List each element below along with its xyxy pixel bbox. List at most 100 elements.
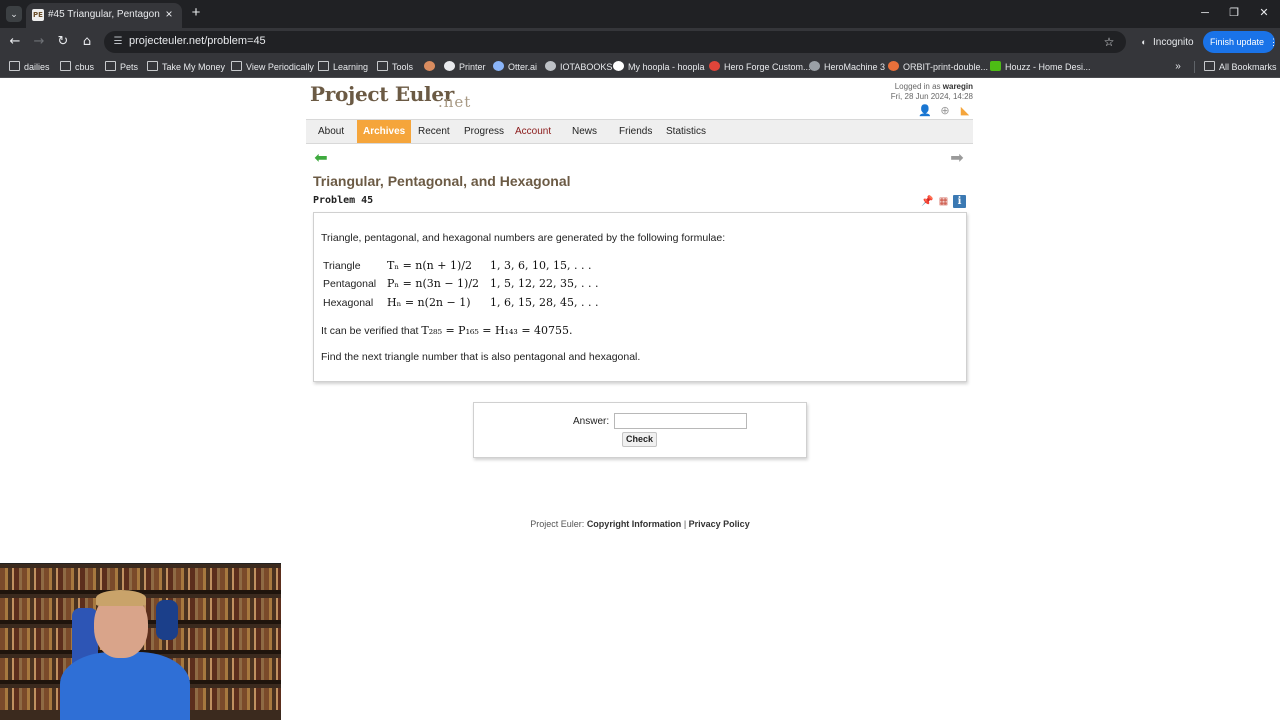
- formula-sequence: 1, 3, 6, 10, 15, . . .: [490, 259, 592, 272]
- folder-icon: [9, 61, 20, 71]
- bookmark-take-my-money[interactable]: Take My Money: [147, 60, 225, 74]
- nav-account[interactable]: Account: [509, 120, 557, 143]
- tab-search-chevron-icon[interactable]: ⌄: [6, 6, 22, 22]
- bookmark-learning[interactable]: Learning: [318, 60, 368, 74]
- answer-input[interactable]: [614, 413, 747, 429]
- bookmark-hero-forge[interactable]: Hero Forge Custom...: [709, 60, 811, 74]
- print-icon[interactable]: ▦: [937, 195, 950, 208]
- login-info: Logged in as waregin Fri, 28 Jun 2024, 1…: [891, 82, 973, 102]
- bookmark-label: Houzz - Home Desi...: [1005, 62, 1091, 72]
- bookmark-star-icon[interactable]: ☆: [1102, 34, 1116, 50]
- nav-statistics[interactable]: Statistics: [660, 120, 712, 143]
- nav-archives[interactable]: Archives: [357, 120, 412, 143]
- problem-number: Problem 45: [313, 195, 374, 206]
- bookmark-pets[interactable]: Pets: [105, 60, 138, 74]
- tab-title: #45 Triangular, Pentagonal, and Hexagona…: [48, 9, 160, 20]
- bookmark-heromachine[interactable]: HeroMachine 3: [809, 60, 885, 74]
- hoopla-favicon-icon: [613, 61, 624, 71]
- browser-tab[interactable]: PE #45 Triangular, Pentagonal, and Hexag…: [26, 3, 182, 28]
- printer-favicon-icon: [444, 61, 455, 71]
- back-arrow-icon[interactable]: ←: [6, 33, 24, 51]
- pin-icon[interactable]: 📌: [921, 195, 934, 208]
- incognito-icon: ◐: [1141, 37, 1147, 47]
- bookmark-cbus[interactable]: cbus: [60, 60, 94, 74]
- streamer-body: [60, 652, 190, 720]
- next-problem-arrow-icon[interactable]: ➡: [948, 150, 966, 166]
- login-username[interactable]: waregin: [943, 82, 973, 91]
- nav-friends[interactable]: Friends: [613, 120, 658, 143]
- restore-window-icon[interactable]: ❐: [1224, 5, 1244, 21]
- incognito-indicator[interactable]: ◐ Incognito: [1138, 35, 1194, 49]
- url-text: projecteuler.net/problem=45: [129, 35, 266, 47]
- bookmark-printer[interactable]: Printer: [444, 60, 486, 74]
- bookmark-label: IOTABOOKS: [560, 62, 613, 72]
- address-bar[interactable]: ☰ projecteuler.net/problem=45 ☆: [104, 31, 1126, 53]
- add-friend-icon[interactable]: 👤: [918, 104, 932, 118]
- reload-icon[interactable]: ↻: [54, 33, 72, 51]
- bookmark-hoopla[interactable]: My hoopla - hoopla: [613, 60, 705, 74]
- formula-expression: Hₙ = n(2n − 1): [387, 296, 471, 309]
- browser-toolbar: ← → ↻ ⌂ ☰ projecteuler.net/problem=45 ☆ …: [0, 28, 1280, 56]
- answer-label: Answer:: [573, 416, 610, 427]
- folder-icon: [318, 61, 329, 71]
- bookmark-label: Take My Money: [162, 62, 226, 72]
- formula-sequence: 1, 5, 12, 22, 35, . . .: [490, 277, 599, 290]
- bookmark-otter[interactable]: Otter.ai: [493, 60, 537, 74]
- finish-update-label: Finish update: [1210, 37, 1265, 47]
- formula-expression: Tₙ = n(n + 1)/2: [387, 259, 472, 272]
- all-bookmarks-folder[interactable]: All Bookmarks: [1204, 60, 1277, 74]
- privacy-policy-link[interactable]: Privacy Policy: [689, 519, 750, 529]
- bookmark-label: All Bookmarks: [1219, 62, 1277, 72]
- main-nav: About Archives Recent Progress Account N…: [306, 119, 973, 144]
- bookmark-houzz[interactable]: Houzz - Home Desi...: [990, 60, 1091, 74]
- bookmark-label: Printer: [459, 62, 486, 72]
- footer-separator: |: [681, 519, 689, 529]
- folder-icon: [60, 61, 71, 71]
- nav-recent[interactable]: Recent: [412, 120, 456, 143]
- folder-icon: [231, 61, 242, 71]
- rss-feed-icon[interactable]: ◣: [958, 104, 972, 118]
- bookmark-view-periodically[interactable]: View Periodically: [231, 60, 314, 74]
- bookmark-label: Pets: [120, 62, 139, 72]
- problem-question: Find the next triangle number that is al…: [321, 351, 641, 363]
- folder-icon: [1204, 61, 1215, 71]
- globe-settings-icon[interactable]: ⊕: [938, 104, 952, 118]
- nav-about[interactable]: About: [312, 120, 350, 143]
- previous-problem-arrow-icon[interactable]: ⬅: [312, 150, 330, 166]
- bookmark-label: View Periodically: [246, 62, 314, 72]
- answer-form: Answer: Check: [473, 402, 807, 458]
- more-bookmarks-chevron-icon[interactable]: »: [1172, 60, 1184, 74]
- new-tab-plus-icon[interactable]: +: [188, 5, 204, 21]
- tab-close-icon[interactable]: ×: [162, 7, 176, 21]
- bookmark-label: ORBIT-print-double...: [903, 62, 989, 72]
- finish-update-button[interactable]: Finish update ⋮: [1203, 31, 1278, 53]
- nav-progress[interactable]: Progress: [458, 120, 510, 143]
- hero-forge-favicon-icon: [709, 61, 720, 71]
- tab-strip: ⌄ PE #45 Triangular, Pentagonal, and Hex…: [0, 0, 1280, 28]
- account-icons: 👤 ⊕ ◣: [918, 104, 974, 118]
- site-logo[interactable]: Project Euler .net: [310, 82, 480, 112]
- minimize-window-icon[interactable]: ─: [1195, 5, 1215, 21]
- bookmark-tools[interactable]: Tools: [377, 60, 413, 74]
- verified-statement: It can be verified that T₂₈₅ = P₁₆₅ = H₁…: [321, 324, 573, 337]
- bookmark-label: dailies: [24, 62, 50, 72]
- otter-favicon-icon: [493, 61, 504, 71]
- home-icon[interactable]: ⌂: [78, 33, 96, 51]
- bookmark-iotabooks[interactable]: IOTABOOKS: [545, 60, 612, 74]
- copyright-link[interactable]: Copyright Information: [587, 519, 682, 529]
- close-window-icon[interactable]: ✕: [1254, 5, 1274, 21]
- bookmark-unnamed[interactable]: [424, 60, 439, 74]
- check-button[interactable]: Check: [622, 432, 657, 447]
- site-info-icon[interactable]: ☰: [112, 35, 124, 49]
- forward-arrow-icon[interactable]: →: [30, 33, 48, 51]
- bookmark-dailies[interactable]: dailies: [9, 60, 50, 74]
- bookmark-orbit[interactable]: ORBIT-print-double...: [888, 60, 988, 74]
- formula-label: Pentagonal: [323, 278, 377, 290]
- nav-news[interactable]: News: [566, 120, 603, 143]
- incognito-label: Incognito: [1153, 37, 1194, 48]
- info-icon[interactable]: i: [953, 195, 966, 208]
- logo-text: Project Euler: [310, 82, 455, 106]
- verified-prefix: It can be verified that: [321, 325, 422, 337]
- houzz-favicon-icon: [990, 61, 1001, 71]
- headset: [156, 600, 178, 640]
